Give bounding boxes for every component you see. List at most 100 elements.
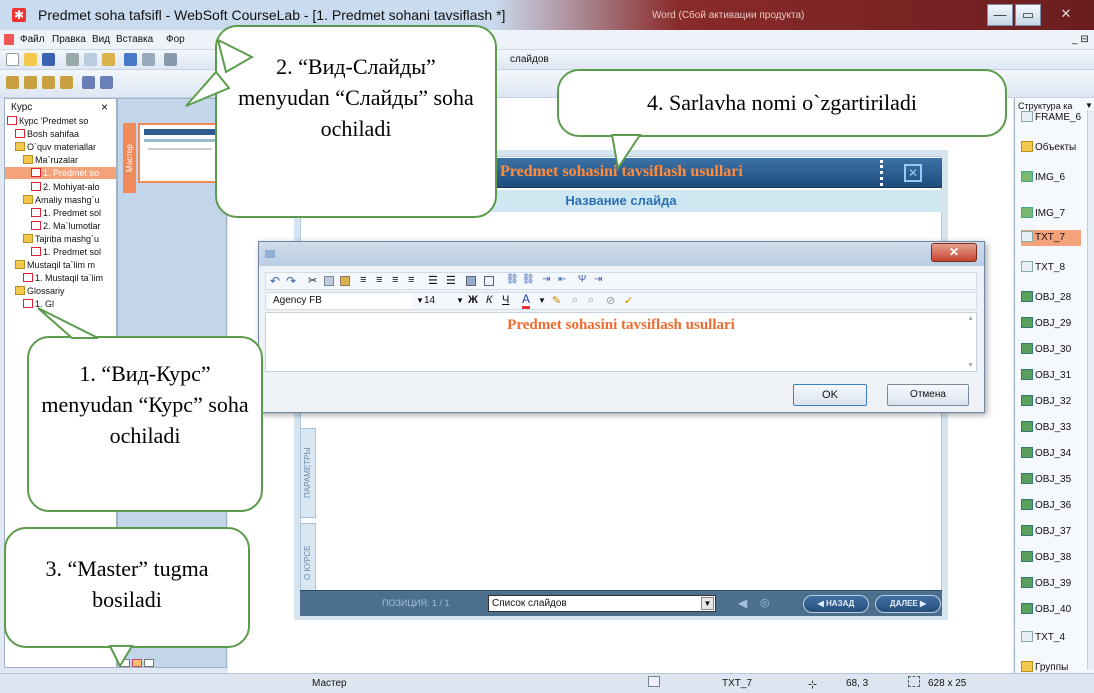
open-icon[interactable]: [24, 53, 37, 66]
cancel-button[interactable]: Отмена: [887, 384, 969, 406]
redo-icon[interactable]: [142, 53, 155, 66]
link-icon[interactable]: ⛓: [506, 274, 519, 285]
bold-icon[interactable]: Ж: [468, 294, 478, 306]
chevron-down-icon[interactable]: ▼: [1085, 101, 1093, 110]
preview-view-icon[interactable]: [144, 659, 154, 667]
align-center-icon[interactable]: ≡: [376, 274, 382, 286]
undo-icon[interactable]: ↶: [270, 274, 280, 288]
volume-icon[interactable]: ◎: [760, 596, 770, 609]
font-size-select[interactable]: 14: [424, 294, 454, 309]
menu-insert[interactable]: Вставка: [116, 34, 153, 45]
structure-item[interactable]: OBJ_40: [1021, 602, 1071, 618]
menu-view[interactable]: Вид: [92, 34, 110, 45]
scroll-up-icon[interactable]: ▲: [967, 315, 974, 322]
text-editor-area[interactable]: Predmet sohasini tavsiflash usullari ▲ ▼: [265, 312, 977, 372]
dropdown-arrow-icon[interactable]: ▼: [701, 597, 714, 610]
outdent-icon[interactable]: ⇤: [558, 274, 566, 285]
side-tab-parameters[interactable]: ПАРАМЕТРЫ: [300, 428, 316, 518]
ok-button[interactable]: OK: [793, 384, 867, 406]
special-char-icon[interactable]: Ψ: [578, 274, 586, 285]
resize-handle[interactable]: [880, 160, 884, 186]
chevron-down-icon[interactable]: ▼: [538, 296, 546, 305]
spellcheck-icon[interactable]: ✓: [624, 294, 633, 307]
copy-icon[interactable]: [84, 53, 97, 66]
structure-item[interactable]: OBJ_38: [1021, 550, 1071, 566]
structure-item[interactable]: OBJ_36: [1021, 498, 1071, 514]
undo-icon[interactable]: [124, 53, 137, 66]
find-icon[interactable]: ⌕: [572, 294, 578, 307]
structure-item[interactable]: Объекты: [1021, 140, 1076, 156]
align-right-icon[interactable]: ≡: [392, 274, 398, 286]
close-button[interactable]: ✕: [1044, 4, 1088, 26]
tree-item[interactable]: 1. Predmet so: [5, 167, 116, 180]
structure-item[interactable]: OBJ_39: [1021, 576, 1071, 592]
structure-item[interactable]: FRAME_6: [1021, 110, 1081, 126]
normal-view-icon[interactable]: [120, 659, 130, 667]
tool-icon[interactable]: [164, 53, 177, 66]
tree-item[interactable]: 1. Predmet sol: [5, 246, 116, 258]
italic-icon[interactable]: К: [486, 294, 492, 306]
slide-close-icon[interactable]: ✕: [904, 164, 922, 182]
tree-item[interactable]: Glossariy: [5, 285, 116, 297]
structure-item[interactable]: OBJ_32: [1021, 394, 1071, 410]
restore-button[interactable]: ▭: [1015, 4, 1041, 26]
unlink-icon[interactable]: ⛓: [522, 274, 535, 285]
slide-thumbnail[interactable]: [138, 123, 222, 183]
master-view-icon[interactable]: [132, 659, 142, 667]
tree-item[interactable]: Ma`ruzalar: [5, 154, 116, 166]
align-left-icon[interactable]: ≡: [360, 274, 366, 286]
slide-title[interactable]: Predmet sohasini tavsiflash usullari: [500, 163, 743, 181]
justify-icon[interactable]: ≡: [408, 274, 414, 286]
structure-item[interactable]: OBJ_28: [1021, 290, 1071, 306]
structure-item[interactable]: TXT_8: [1021, 260, 1065, 276]
structure-item[interactable]: OBJ_37: [1021, 524, 1071, 540]
menu-file[interactable]: Файл: [20, 34, 45, 45]
new-icon[interactable]: [6, 53, 19, 66]
editor-text[interactable]: Predmet sohasini tavsiflash usullari: [266, 317, 976, 334]
align-icon[interactable]: [24, 76, 37, 89]
tree-item[interactable]: Курс 'Predmet so: [5, 115, 116, 127]
tree-item[interactable]: Mustaqil ta`lim m: [5, 259, 116, 271]
mdi-controls[interactable]: _ ⊟: [1072, 34, 1089, 45]
tree-item[interactable]: Tajriba mashg`u: [5, 233, 116, 245]
menu-edit[interactable]: Правка: [52, 34, 86, 45]
paste-icon[interactable]: [102, 53, 115, 66]
tree-item[interactable]: Amaliy mashg`u: [5, 194, 116, 206]
structure-item[interactable]: OBJ_29: [1021, 316, 1071, 332]
chevron-down-icon[interactable]: ▼: [456, 296, 464, 305]
chevron-down-icon[interactable]: ▼: [416, 296, 424, 305]
indent-icon[interactable]: ⇥: [542, 274, 550, 285]
structure-item[interactable]: OBJ_31: [1021, 368, 1071, 384]
tree-item[interactable]: 1. Gl: [5, 298, 116, 310]
image-icon[interactable]: [466, 276, 476, 286]
structure-item[interactable]: OBJ_33: [1021, 420, 1071, 436]
next-button[interactable]: ДАЛЕЕ ▶: [875, 595, 941, 613]
structure-item[interactable]: OBJ_34: [1021, 446, 1071, 462]
sound-icon[interactable]: ◀: [738, 596, 747, 610]
back-button[interactable]: ◀ НАЗАД: [803, 595, 869, 613]
clear-format-icon[interactable]: ⊘: [606, 294, 615, 307]
slide-list-select[interactable]: Список слайдов ▼: [488, 595, 716, 612]
redo-icon[interactable]: ↷: [286, 274, 296, 288]
underline-icon[interactable]: Ч: [502, 294, 509, 306]
structure-item[interactable]: OBJ_35: [1021, 472, 1071, 488]
paste-icon[interactable]: [340, 276, 350, 286]
structure-item[interactable]: TXT_7: [1021, 230, 1081, 246]
save-icon[interactable]: [42, 53, 55, 66]
structure-item[interactable]: OBJ_30: [1021, 342, 1071, 358]
table-icon[interactable]: [484, 276, 494, 286]
tree-item[interactable]: 1. Predmet sol: [5, 207, 116, 219]
menu-format[interactable]: Фор: [166, 34, 185, 45]
structure-scrollbar[interactable]: [1087, 110, 1094, 670]
structure-item[interactable]: TXT_4: [1021, 630, 1065, 646]
cut-icon[interactable]: [66, 53, 79, 66]
tree-item[interactable]: 1. Mustaqil ta`lim: [5, 272, 116, 284]
scroll-down-icon[interactable]: ▼: [967, 362, 974, 369]
font-family-select[interactable]: Agency FB: [270, 294, 412, 309]
tree-item[interactable]: O`quv materiallar: [5, 141, 116, 153]
bullet-list-icon[interactable]: ☰: [446, 274, 456, 287]
tree-item[interactable]: 2. Ma`lumotlar: [5, 220, 116, 232]
tree-item[interactable]: Bosh sahifaa: [5, 128, 116, 140]
distribute-icon[interactable]: [82, 76, 95, 89]
numbered-list-icon[interactable]: ☰: [428, 274, 438, 287]
